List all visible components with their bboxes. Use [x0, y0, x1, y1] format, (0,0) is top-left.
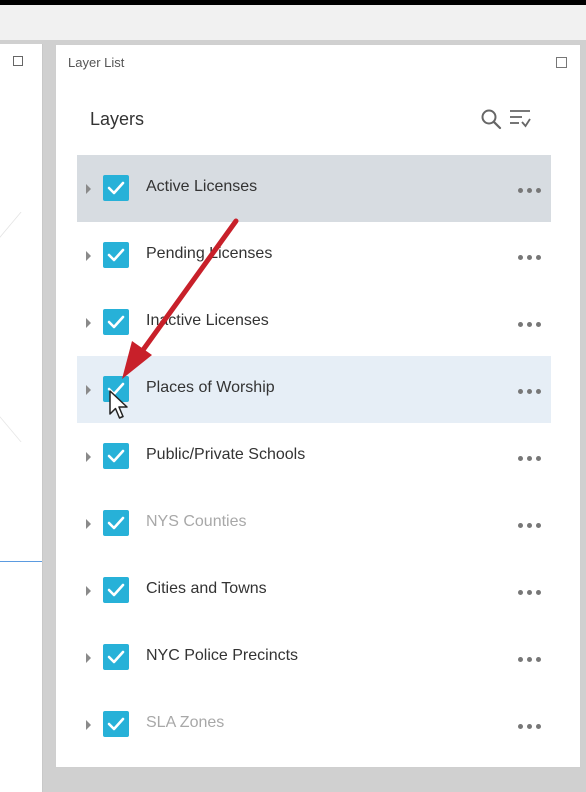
- dot: [536, 322, 541, 327]
- dot: [527, 724, 532, 729]
- filter-icon[interactable]: [508, 107, 532, 131]
- more-options-icon[interactable]: [518, 322, 546, 328]
- dot: [527, 590, 532, 595]
- dot: [518, 657, 523, 662]
- dot: [518, 322, 523, 327]
- layer-row[interactable]: NYC Police Precincts: [77, 624, 551, 691]
- layer-label: Places of Worship: [146, 379, 275, 396]
- layers-heading: Layers: [90, 109, 145, 129]
- layer-label: NYS Counties: [146, 513, 247, 530]
- search-icon[interactable]: [480, 108, 502, 130]
- maximize-icon[interactable]: [556, 57, 567, 68]
- map-feature-line: [0, 561, 42, 562]
- dot: [536, 724, 541, 729]
- layer-label: Pending Licenses: [146, 245, 273, 262]
- more-options-icon[interactable]: [518, 456, 546, 462]
- dot: [536, 456, 541, 461]
- layer-label: Public/Private Schools: [146, 446, 306, 463]
- dot: [536, 590, 541, 595]
- checkbox-checked-icon[interactable]: [103, 711, 129, 737]
- more-options-icon[interactable]: [518, 188, 546, 194]
- checkbox-checked-icon[interactable]: [103, 577, 129, 603]
- layer-row[interactable]: Active Licenses: [77, 155, 551, 222]
- expand-caret-icon[interactable]: [86, 452, 91, 462]
- expand-caret-icon[interactable]: [86, 251, 91, 261]
- dot: [527, 322, 532, 327]
- layer-label: Inactive Licenses: [146, 312, 269, 329]
- widget-title: Layer List: [68, 55, 125, 70]
- layer-row[interactable]: NYS Counties: [77, 490, 551, 557]
- checkbox-checked-icon[interactable]: [103, 309, 129, 335]
- dot: [527, 188, 532, 193]
- checkbox-checked-icon[interactable]: [103, 644, 129, 670]
- dot: [518, 255, 523, 260]
- layer-label: Active Licenses: [146, 178, 258, 195]
- checkbox-checked-icon[interactable]: [103, 510, 129, 536]
- layer-list-widget: Layer List Layers Active Licenses Pending…: [55, 44, 581, 768]
- dot: [518, 188, 523, 193]
- dot: [527, 255, 532, 260]
- more-options-icon[interactable]: [518, 657, 546, 663]
- dot: [527, 389, 532, 394]
- dot: [536, 389, 541, 394]
- checkbox-checked-icon[interactable]: [103, 242, 129, 268]
- expand-caret-icon[interactable]: [86, 720, 91, 730]
- expand-caret-icon[interactable]: [86, 318, 91, 328]
- more-options-icon[interactable]: [518, 255, 546, 261]
- dot: [527, 523, 532, 528]
- dot: [536, 188, 541, 193]
- layer-row[interactable]: Public/Private Schools: [77, 423, 551, 490]
- layer-row[interactable]: Places of Worship: [77, 356, 551, 423]
- layer-row[interactable]: Pending Licenses: [77, 222, 551, 289]
- checkbox-checked-icon[interactable]: [103, 175, 129, 201]
- more-options-icon[interactable]: [518, 590, 546, 596]
- dot: [518, 724, 523, 729]
- top-toolbar-strip: [0, 5, 586, 40]
- dot: [518, 590, 523, 595]
- dot: [536, 255, 541, 260]
- more-options-icon[interactable]: [518, 389, 546, 395]
- more-options-icon[interactable]: [518, 724, 546, 730]
- expand-caret-icon[interactable]: [86, 519, 91, 529]
- layer-label: NYC Police Precincts: [146, 647, 299, 664]
- expand-caret-icon[interactable]: [86, 184, 91, 194]
- expand-caret-icon[interactable]: [86, 653, 91, 663]
- map-panel[interactable]: [0, 44, 82, 792]
- layer-row[interactable]: Cities and Towns: [77, 557, 551, 624]
- checkbox-checked-icon[interactable]: [103, 443, 129, 469]
- dot: [518, 389, 523, 394]
- expand-caret-icon[interactable]: [86, 586, 91, 596]
- more-options-icon[interactable]: [518, 523, 546, 529]
- dot: [518, 523, 523, 528]
- layer-row[interactable]: SLA Zones: [77, 691, 551, 758]
- mouse-cursor: [109, 390, 128, 419]
- dot: [536, 657, 541, 662]
- layer-row[interactable]: Inactive Licenses: [77, 289, 551, 356]
- layer-label: SLA Zones: [146, 714, 225, 731]
- expand-caret-icon[interactable]: [86, 385, 91, 395]
- maximize-icon[interactable]: [13, 56, 23, 66]
- dot: [527, 657, 532, 662]
- layer-label: Cities and Towns: [146, 580, 267, 597]
- dot: [518, 456, 523, 461]
- dot: [536, 523, 541, 528]
- dot: [527, 456, 532, 461]
